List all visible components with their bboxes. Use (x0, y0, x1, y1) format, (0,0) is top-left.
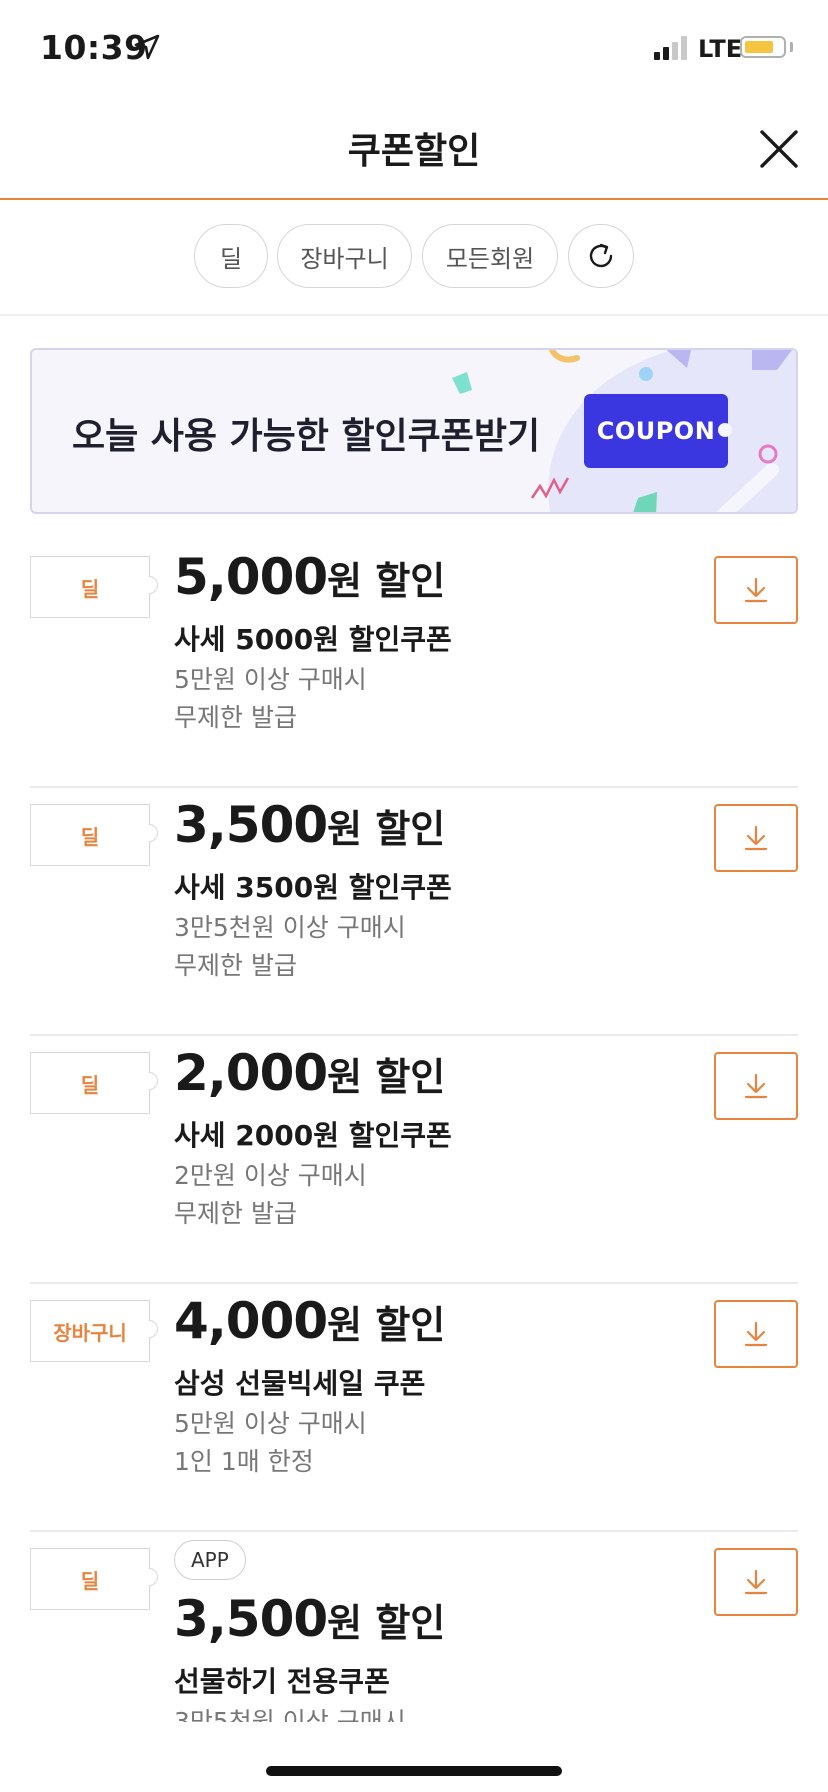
coupon-condition: 2만원 이상 구매시 (174, 1161, 367, 1190)
app-only-badge: APP (174, 1540, 246, 1580)
refresh-button[interactable] (568, 224, 634, 288)
coupon-type-ticket: 딜 (30, 556, 158, 618)
battery-icon (740, 36, 786, 58)
filter-chip-all-members[interactable]: 모든회원 (422, 224, 558, 288)
ticket-notch (149, 1072, 158, 1090)
discount-amount: 4,000원 할인 (174, 1292, 445, 1350)
coupon-type-label: 딜 (80, 1568, 100, 1593)
status-bar: 10:39 LTE (0, 0, 828, 100)
ticket-notch (149, 824, 158, 842)
page-header: 쿠폰할인 (0, 100, 828, 200)
discount-value: 3,500 (174, 796, 328, 854)
status-time: 10:39 (40, 28, 148, 67)
location-arrow-icon (134, 34, 160, 60)
coupon-item: 딜 5,000원 할인 사세 5000원 할인쿠폰 5만원 이상 구매시 무제한… (30, 540, 798, 788)
filter-chip-deal[interactable]: 딜 (194, 224, 268, 288)
refresh-icon (589, 243, 613, 268)
download-coupon-button[interactable] (714, 804, 798, 872)
download-icon (744, 577, 768, 603)
coupon-tag-label: COUPON (596, 417, 716, 445)
download-coupon-button[interactable] (714, 556, 798, 624)
banner-title: 오늘 사용 가능한 할인쿠폰받기 (72, 416, 541, 457)
coupon-tag-notch (718, 423, 732, 437)
download-icon (744, 1073, 768, 1099)
discount-suffix: 원 할인 (327, 1601, 446, 1645)
coupon-limit: 무제한 발급 (174, 951, 297, 980)
download-coupon-button[interactable] (714, 1300, 798, 1368)
coupon-type-ticket: 딜 (30, 804, 158, 866)
coupon-item: 딜 3,500원 할인 사세 3500원 할인쿠폰 3만5천원 이상 구매시 무… (30, 788, 798, 1036)
discount-value: 3,500 (174, 1590, 328, 1648)
coupon-condition: 5만원 이상 구매시 (174, 1409, 367, 1438)
download-icon (744, 1569, 768, 1595)
ticket-notch (149, 1568, 158, 1586)
discount-amount: 3,500원 할인 (174, 796, 445, 854)
discount-suffix: 원 할인 (327, 1303, 446, 1347)
filter-chip-cart[interactable]: 장바구니 (277, 224, 412, 288)
coupon-limit: 무제한 발급 (174, 703, 297, 732)
coupon-name: 사세 5000원 할인쿠폰 (174, 623, 452, 656)
coupon-type-label: 딜 (80, 576, 100, 601)
discount-amount: 3,500원 할인 (174, 1590, 445, 1648)
page-title: 쿠폰할인 (347, 131, 481, 172)
battery-cap (790, 42, 793, 52)
ticket-notch (149, 576, 158, 594)
coupon-name: 사세 3500원 할인쿠폰 (174, 871, 452, 904)
coupon-type-label: 딜 (80, 1072, 100, 1097)
coupon-banner[interactable]: 오늘 사용 가능한 할인쿠폰받기 COUPON (30, 348, 798, 514)
coupon-limit: 1인 1매 한정 (174, 1447, 314, 1476)
discount-suffix: 원 할인 (327, 559, 446, 603)
ticket-notch (149, 1320, 158, 1338)
discount-value: 5,000 (174, 548, 328, 606)
filter-bar: 딜 장바구니 모든회원 (0, 200, 828, 316)
coupon-item: 딜 APP 3,500원 할인 선물하기 전용쿠폰 3만5천원 이상 구매시 (30, 1532, 798, 1722)
coupon-item: 딜 2,000원 할인 사세 2000원 할인쿠폰 2만원 이상 구매시 무제한… (30, 1036, 798, 1284)
discount-value: 2,000 (174, 1044, 328, 1102)
discount-suffix: 원 할인 (327, 807, 446, 851)
coupon-tag-badge: COUPON (584, 394, 732, 468)
download-icon (744, 825, 768, 851)
coupon-type-ticket: 딜 (30, 1548, 158, 1610)
coupon-type-ticket: 딜 (30, 1052, 158, 1114)
network-label: LTE (698, 35, 743, 63)
download-icon (744, 1321, 768, 1347)
coupon-name: 사세 2000원 할인쿠폰 (174, 1119, 452, 1152)
coupon-name: 삼성 선물빅세일 쿠폰 (174, 1367, 426, 1400)
coupon-condition: 3만5천원 이상 구매시 (174, 1707, 406, 1722)
coupon-limit: 무제한 발급 (174, 1199, 297, 1228)
discount-value: 4,000 (174, 1292, 328, 1350)
coupon-name: 선물하기 전용쿠폰 (174, 1665, 390, 1698)
coupon-type-ticket: 장바구니 (30, 1300, 158, 1362)
signal-icon (654, 36, 687, 60)
coupon-type-label: 장바구니 (53, 1320, 127, 1345)
discount-amount: 5,000원 할인 (174, 548, 445, 606)
close-icon[interactable] (758, 128, 800, 170)
home-indicator (266, 1766, 562, 1776)
coupon-item: 장바구니 4,000원 할인 삼성 선물빅세일 쿠폰 5만원 이상 구매시 1인… (30, 1284, 798, 1532)
coupon-list: 딜 5,000원 할인 사세 5000원 할인쿠폰 5만원 이상 구매시 무제한… (0, 540, 828, 1722)
coupon-condition: 5만원 이상 구매시 (174, 665, 367, 694)
discount-amount: 2,000원 할인 (174, 1044, 445, 1102)
coupon-type-label: 딜 (80, 824, 100, 849)
download-coupon-button[interactable] (714, 1052, 798, 1120)
download-coupon-button[interactable] (714, 1548, 798, 1616)
coupon-condition: 3만5천원 이상 구매시 (174, 913, 406, 942)
discount-suffix: 원 할인 (327, 1055, 446, 1099)
